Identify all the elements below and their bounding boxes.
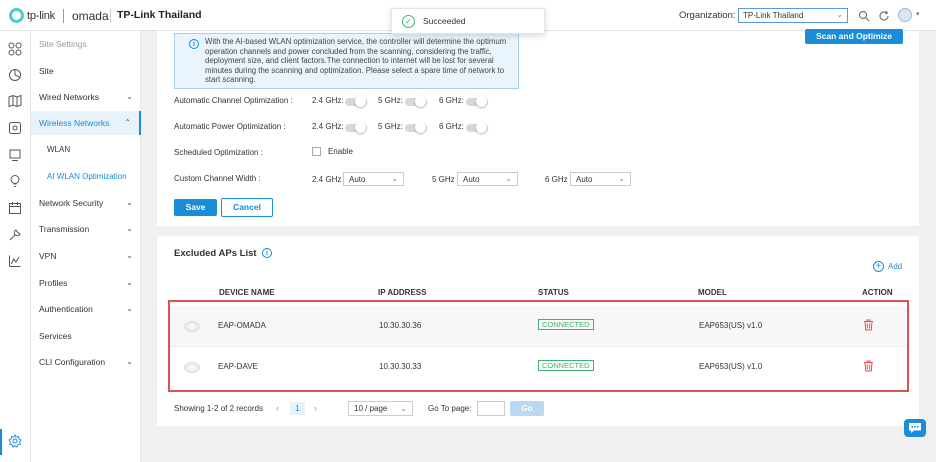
sidebar-item-transmission[interactable]: Transmission ⌄ bbox=[31, 217, 141, 241]
success-toast: ✓ Succeeded bbox=[391, 8, 545, 34]
toast-message: Succeeded bbox=[423, 16, 466, 26]
column-header-action: ACTION bbox=[862, 288, 893, 297]
excluded-aps-card: Excluded APs List i + Add DEVICE NAME IP… bbox=[157, 236, 919, 426]
column-header-model[interactable]: MODEL bbox=[698, 288, 727, 297]
sidebar-item-services[interactable]: Services bbox=[31, 324, 141, 348]
channel-5ghz-toggle[interactable] bbox=[405, 96, 427, 107]
width-24ghz-select[interactable]: Auto ⌄ bbox=[343, 172, 404, 186]
logo[interactable]: tp-link omada bbox=[9, 8, 109, 23]
chevron-left-icon[interactable]: ‹ bbox=[276, 403, 279, 413]
column-header-device-name[interactable]: DEVICE NAME bbox=[219, 288, 275, 297]
map-icon[interactable] bbox=[7, 94, 23, 110]
settings-sidebar: Site Settings Site Wired Networks ⌄ Wirel… bbox=[31, 31, 141, 462]
power-6ghz-toggle[interactable] bbox=[466, 122, 488, 133]
product-name: omada bbox=[71, 8, 109, 23]
tplink-logo-icon bbox=[9, 8, 24, 23]
statistics-icon[interactable] bbox=[7, 68, 23, 84]
highlight-frame bbox=[168, 300, 909, 392]
organization-select[interactable]: TP-Link Thailand ⌄ bbox=[738, 8, 848, 23]
chevron-down-icon: ⌄ bbox=[400, 404, 407, 413]
save-button[interactable]: Save bbox=[174, 199, 217, 216]
chevron-up-icon: ⌃ bbox=[124, 118, 131, 127]
check-circle-icon: ✓ bbox=[402, 14, 415, 28]
column-header-status[interactable]: STATUS bbox=[538, 288, 569, 297]
sidebar-header: Site Settings bbox=[39, 39, 87, 49]
search-icon[interactable] bbox=[858, 10, 870, 22]
calendar-icon[interactable] bbox=[7, 201, 23, 217]
goto-page-input[interactable] bbox=[477, 401, 505, 416]
pager-summary: Showing 1-2 of 2 records bbox=[174, 404, 263, 413]
sidebar-item-wireless-networks[interactable]: Wireless Networks ⌃ bbox=[31, 111, 141, 135]
brand-name: tp-link bbox=[27, 9, 55, 22]
scheduled-enable-checkbox[interactable] bbox=[312, 147, 321, 156]
enable-label: Enable bbox=[328, 147, 353, 156]
chevron-down-icon: ⌄ bbox=[126, 224, 133, 233]
chevron-down-icon: ⌄ bbox=[505, 174, 512, 183]
info-notice: i With the AI-based WLAN optimization se… bbox=[174, 33, 519, 89]
insights-icon[interactable] bbox=[7, 174, 23, 190]
chevron-down-icon: ⌄ bbox=[126, 251, 133, 260]
sidebar-item-wired-networks[interactable]: Wired Networks ⌄ bbox=[31, 85, 141, 109]
chevron-down-icon[interactable]: ▾ bbox=[916, 10, 920, 18]
sidebar-item-profiles[interactable]: Profiles ⌄ bbox=[31, 271, 141, 295]
info-icon: i bbox=[189, 39, 199, 49]
power-24ghz-toggle[interactable] bbox=[345, 122, 367, 133]
sidebar-item-wlan[interactable]: WLAN bbox=[31, 138, 141, 162]
devices-icon[interactable] bbox=[7, 121, 23, 137]
page-size-select[interactable]: 10 / page ⌄ bbox=[348, 401, 413, 416]
power-5ghz-toggle[interactable] bbox=[405, 122, 427, 133]
clients-icon[interactable] bbox=[7, 148, 23, 164]
refresh-icon[interactable] bbox=[878, 10, 890, 22]
add-button[interactable]: + Add bbox=[873, 261, 902, 272]
auto-channel-label: Automatic Channel Optimization : bbox=[174, 96, 293, 105]
scan-and-optimize-button[interactable]: Scan and Optimize bbox=[805, 29, 903, 44]
page-number[interactable]: 1 bbox=[290, 402, 305, 415]
sidebar-item-authentication[interactable]: Authentication ⌄ bbox=[31, 297, 141, 321]
chevron-down-icon: ⌄ bbox=[391, 174, 398, 183]
chevron-down-icon: ⌄ bbox=[126, 357, 133, 366]
sidebar-item-cli-configuration[interactable]: CLI Configuration ⌄ bbox=[31, 350, 141, 374]
chevron-down-icon: ⌄ bbox=[126, 304, 133, 313]
sidebar-item-site[interactable]: Site bbox=[31, 59, 141, 83]
sidebar-item-ai-wlan-optimization[interactable]: AI WLAN Optimization bbox=[31, 165, 141, 189]
excluded-aps-title: Excluded APs List bbox=[174, 248, 257, 259]
chevron-down-icon: ⌄ bbox=[126, 278, 133, 287]
chevron-right-icon[interactable]: › bbox=[314, 403, 317, 413]
settings-icon[interactable] bbox=[7, 433, 23, 450]
reports-icon[interactable] bbox=[7, 254, 23, 270]
chat-icon[interactable] bbox=[904, 419, 926, 437]
info-icon[interactable]: i bbox=[262, 248, 272, 258]
site-title: TP-Link Thailand bbox=[117, 9, 202, 21]
plus-circle-icon: + bbox=[873, 261, 884, 272]
go-button[interactable]: Go bbox=[510, 401, 544, 416]
sidebar-item-network-security[interactable]: Network Security ⌄ bbox=[31, 191, 141, 215]
chevron-down-icon: ⌄ bbox=[618, 174, 625, 183]
organization-label: Organization: bbox=[679, 10, 736, 21]
cancel-button[interactable]: Cancel bbox=[221, 198, 273, 217]
sidebar-item-vpn[interactable]: VPN ⌄ bbox=[31, 244, 141, 268]
user-avatar[interactable] bbox=[898, 8, 912, 22]
width-5ghz-select[interactable]: Auto ⌄ bbox=[457, 172, 518, 186]
chevron-down-icon: ⌄ bbox=[836, 10, 843, 19]
scheduled-optimization-label: Scheduled Optimization : bbox=[174, 148, 263, 157]
dashboard-icon[interactable] bbox=[7, 42, 23, 58]
width-6ghz-select[interactable]: Auto ⌄ bbox=[570, 172, 631, 186]
icon-rail bbox=[0, 31, 31, 462]
channel-6ghz-toggle[interactable] bbox=[466, 96, 488, 107]
channel-24ghz-toggle[interactable] bbox=[345, 96, 367, 107]
chevron-down-icon: ⌄ bbox=[126, 198, 133, 207]
optimization-card: i With the AI-based WLAN optimization se… bbox=[157, 29, 919, 226]
chevron-down-icon: ⌄ bbox=[126, 92, 133, 101]
channel-width-label: Custom Channel Width : bbox=[174, 174, 261, 183]
column-header-ip-address[interactable]: IP ADDRESS bbox=[378, 288, 426, 297]
auto-power-label: Automatic Power Optimization : bbox=[174, 122, 286, 131]
goto-page-label: Go To page: bbox=[428, 404, 472, 413]
tools-icon[interactable] bbox=[7, 228, 23, 244]
